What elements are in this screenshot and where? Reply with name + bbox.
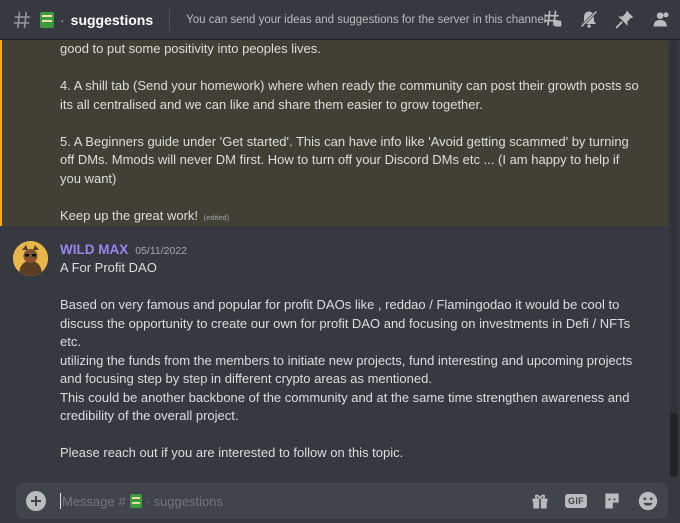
message-header: WILD MAX 05/11/2022 [60,242,187,257]
closing-text: Keep up the great work! [60,207,199,223]
upload-button[interactable] [26,491,46,511]
composer-toolbar: GIF [528,489,660,513]
message-line: A For Profit DAO [60,260,157,275]
text-channel-icon [13,11,31,28]
sticker-icon[interactable] [600,489,624,513]
message-line: Please reach out if you are interested t… [60,445,404,460]
message-line [60,59,660,78]
message-composer: Message # · suggestions GIF [16,483,668,519]
message-line: utilizing the funds from the members to … [60,352,633,368]
message-line: This could be another backbone of the co… [60,389,630,405]
emoji-icon[interactable] [636,489,660,513]
pin-icon[interactable] [614,8,636,30]
message-line [60,114,660,133]
channel-topic[interactable]: You can send your ideas and suggestions … [186,14,549,26]
channel-separator: · [60,11,65,28]
message-line: and focusing step by step in different c… [60,371,432,386]
gif-icon[interactable]: GIF [564,489,588,513]
plus-icon [31,496,41,506]
placeholder-prefix: Message # [62,493,126,509]
message-line: credibility of the overall project. [60,408,239,423]
highlighted-message: good to put some positivity into peoples… [0,40,668,226]
message-line: good to put some positivity into peoples… [60,41,321,56]
gift-icon[interactable] [528,489,552,513]
message-input[interactable]: Message # · suggestions [60,493,528,509]
header-divider [169,8,171,31]
message-line: off DMs. Mmods will never DM first. How … [60,152,620,167]
message-line [60,426,660,445]
author-name[interactable]: WILD MAX [60,242,128,257]
placeholder-channel: · suggestions [145,493,223,509]
header-toolbar [542,8,672,30]
message-line: discuss the opportunity to create our ow… [60,315,631,331]
discord-window: · suggestions You can send your ideas an… [0,0,680,523]
message-list: good to put some positivity into peoples… [0,40,680,477]
timestamp: 05/11/2022 [135,245,188,257]
gif-label: GIF [565,494,587,508]
channel-emoji-icon [40,11,54,28]
message-line: etc. [60,334,81,349]
channel-emoji-icon [129,494,142,508]
message-content: good to put some positivity into peoples… [60,40,660,227]
message-line: 5. A Beginners guide under 'Get started'… [60,133,629,149]
message-line: Keep up the great work! (edited) [60,207,660,228]
threads-icon[interactable] [542,8,564,30]
message-line [60,188,660,207]
message-line: 4. A shill tab (Send your homework) wher… [60,78,639,93]
message-line: its all centralised and we can like and … [60,96,483,112]
channel-name: suggestions [70,11,154,28]
avatar[interactable] [13,241,48,276]
member-list-icon[interactable] [650,8,672,30]
message-line [60,278,660,297]
edited-tag: (edited) [203,212,230,222]
message-line: Based on very famous and popular for pro… [60,297,620,312]
message-line: you want) [60,170,117,186]
channel-header: · suggestions You can send your ideas an… [0,0,680,40]
notification-muted-icon[interactable] [578,8,600,30]
message-content: A For Profit DAO Based on very famous an… [60,259,660,463]
text-caret [60,493,61,509]
